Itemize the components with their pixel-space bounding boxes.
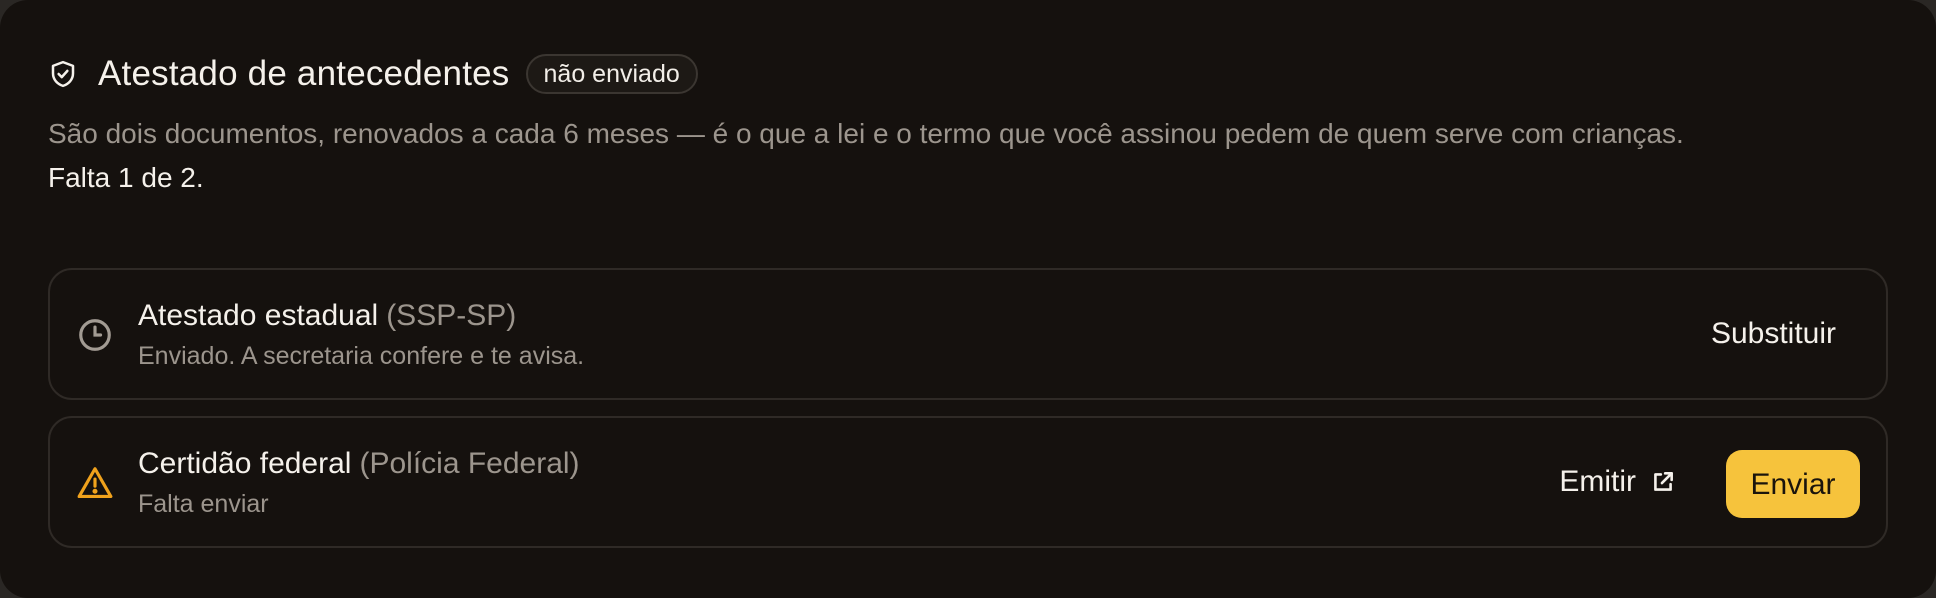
description-text: São dois documentos, renovados a cada 6 … bbox=[48, 118, 1684, 149]
document-info: Atestado estadual (SSP-SP) Enviado. A sec… bbox=[138, 296, 584, 374]
status-badge: não enviado bbox=[525, 54, 698, 94]
clock-icon bbox=[76, 316, 114, 354]
document-info: Certidão federal (Polícia Federal) Falta … bbox=[138, 444, 580, 522]
document-name: Atestado estadual (SSP-SP) bbox=[138, 296, 584, 336]
document-status: Falta enviar bbox=[138, 490, 269, 518]
document-status: Enviado. A secretaria confere e te avisa… bbox=[138, 342, 585, 370]
document-title: Certidão federal bbox=[138, 447, 352, 480]
card-description: São dois documentos, renovados a cada 6 … bbox=[48, 112, 1908, 200]
background-check-card: Atestado de antecedentes não enviado São… bbox=[0, 0, 1936, 598]
document-row-federal: Certidão federal (Polícia Federal) Falta … bbox=[48, 416, 1888, 548]
document-name: Certidão federal (Polícia Federal) bbox=[138, 444, 580, 484]
issue-link-button[interactable]: Emitir bbox=[1559, 418, 1676, 546]
replace-button[interactable]: Substituir bbox=[1711, 270, 1836, 398]
send-button[interactable]: Enviar bbox=[1726, 450, 1860, 518]
shield-check-icon bbox=[48, 59, 78, 89]
document-issuer: (SSP-SP) bbox=[386, 299, 517, 332]
document-title: Atestado estadual bbox=[138, 299, 379, 332]
card-title: Atestado de antecedentes bbox=[98, 54, 510, 93]
issue-link-label: Emitir bbox=[1559, 465, 1636, 498]
external-link-icon bbox=[1650, 469, 1676, 495]
document-row-state: Atestado estadual (SSP-SP) Enviado. A sec… bbox=[48, 268, 1888, 400]
document-issuer: (Polícia Federal) bbox=[359, 447, 580, 480]
progress-text: Falta 1 de 2. bbox=[48, 162, 204, 193]
warning-triangle-icon bbox=[76, 464, 114, 502]
card-header: Atestado de antecedentes não enviado bbox=[48, 52, 698, 96]
